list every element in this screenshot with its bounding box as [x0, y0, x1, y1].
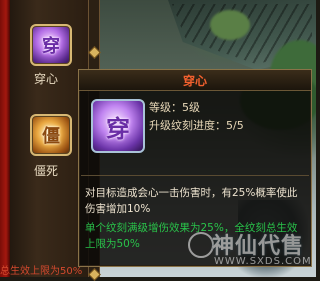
gold-rune-icon: 僵	[42, 126, 60, 147]
site-watermark: 神仙代售 WWW.SXDS.COM	[188, 228, 314, 274]
skill-label-chuanxin: 穿心	[34, 72, 59, 86]
tree-foliage	[210, 10, 250, 40]
skill-slot-chuanxin[interactable]: 穿	[30, 24, 72, 66]
partial-bonus-text: 总生效上限为50%	[0, 266, 83, 277]
tooltip-title: 穿心	[182, 74, 207, 88]
purple-rune-icon: 穿	[106, 114, 130, 143]
watermark-url: WWW.SXDS.COM	[214, 256, 312, 267]
tooltip-divider	[81, 175, 309, 176]
upgrade-progress-text: 升级纹刻进度：5/5	[149, 119, 244, 132]
purple-rune-icon: 穿	[42, 36, 60, 57]
skill-label-jiangsi: 僵死	[34, 164, 59, 178]
tooltip-header: 穿心	[79, 70, 311, 91]
skill-level-text: 等级：5级	[149, 101, 200, 114]
skill-description: 对目标造成会心一击伤害时，有25%概率使此伤害增加10%	[85, 187, 298, 215]
watermark-seal-icon	[188, 232, 214, 258]
panel-left-border	[0, 0, 10, 277]
tooltip-skill-icon: 穿	[91, 99, 145, 153]
skill-slot-jiangsi[interactable]: 僵	[30, 114, 72, 156]
